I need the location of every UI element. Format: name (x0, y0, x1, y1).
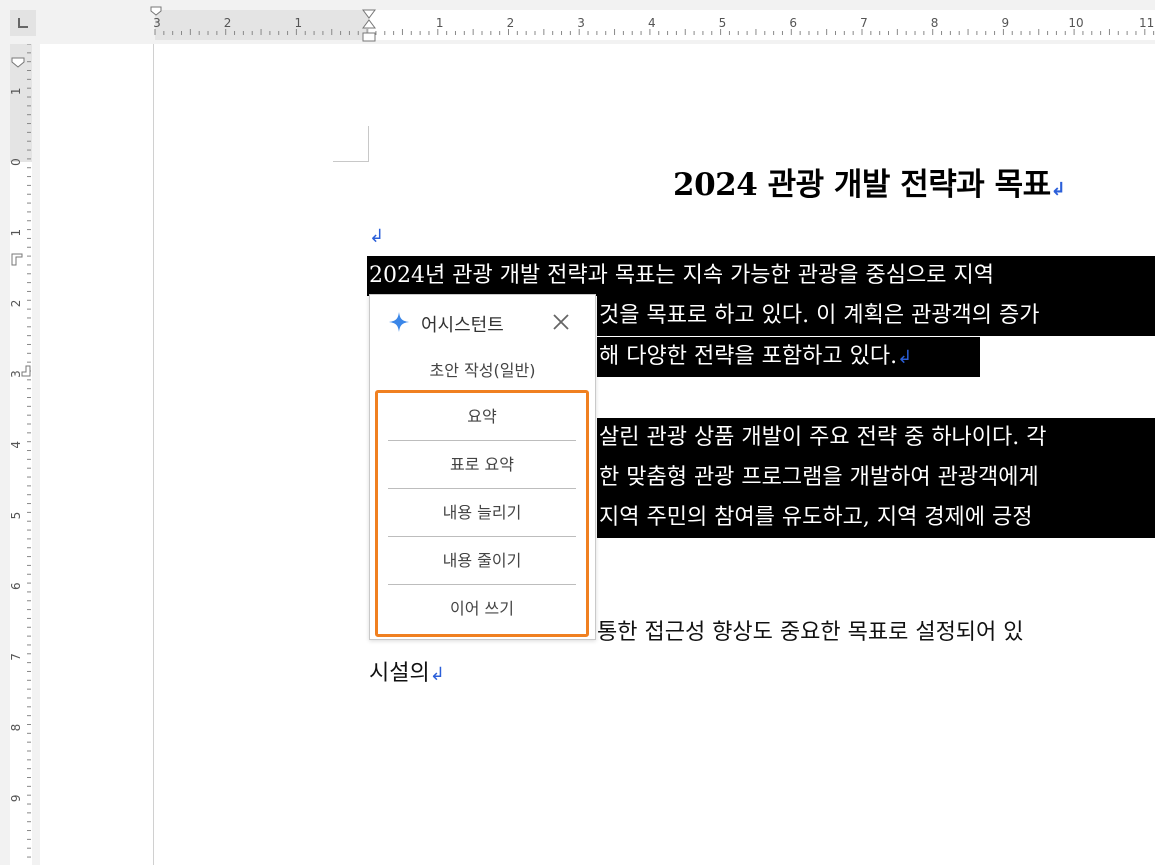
ruler-label: 9 (9, 794, 23, 802)
sparkle-icon (389, 312, 409, 332)
selected-text-line[interactable]: 지역 주민의 참여를 유도하고, 지역 경제에 긍정 (597, 498, 1155, 538)
ruler-label: 10 (1068, 16, 1083, 30)
ruler-label: 7 (9, 653, 23, 661)
ruler-label: 2 (224, 16, 232, 30)
ruler-label: 0 (9, 158, 23, 166)
horizontal-ruler-scale: 3 2 1 1 2 3 4 5 6 7 8 9 10 11 (150, 6, 1155, 42)
text-line[interactable]: 시설의↲ (369, 654, 445, 694)
selected-text-line[interactable]: 2024년 관광 개발 전략과 목표는 지속 가능한 관광을 중심으로 지역 (367, 256, 1155, 296)
menu-item-table-summary[interactable]: 표로 요약 (388, 441, 576, 489)
menu-item-shorten[interactable]: 내용 줄이기 (388, 537, 576, 585)
draft-mode-label[interactable]: 초안 작성(일반) (370, 357, 595, 381)
ruler-label: 3 (9, 370, 23, 378)
page-gutter (40, 44, 154, 865)
menu-item-summarize[interactable]: 요약 (388, 393, 576, 441)
margin-corner-mark (368, 126, 369, 162)
menu-item-continue-writing[interactable]: 이어 쓰기 (388, 585, 576, 633)
ruler-label: 3 (577, 16, 585, 30)
ruler-left-margin (155, 10, 369, 40)
ruler-label: 2 (507, 16, 515, 30)
document-title-text: 2024 관광 개발 전략과 목표 (673, 167, 1051, 203)
ruler-label: 1 (9, 87, 23, 95)
selected-text-line[interactable]: 살린 관광 상품 개발이 주요 전략 중 하나이다. 각 (597, 418, 1155, 458)
ruler-label: 6 (789, 16, 797, 30)
ruler-label: 8 (931, 16, 939, 30)
empty-paragraph[interactable]: ↲ (369, 226, 384, 247)
text-line-content: 시설의 (369, 661, 430, 686)
ruler-label: 1 (9, 229, 23, 237)
selected-text-line[interactable]: 것을 목표로 하고 있다. 이 계획은 관광객의 증가 (597, 296, 1155, 336)
ruler-label: 1 (436, 16, 444, 30)
selected-text-line[interactable]: 해 다양한 전략을 포함하고 있다.↲ (597, 337, 980, 377)
assistant-popup[interactable]: 어시스턴트 초안 작성(일반) 요약 표로 요약 내용 늘리기 내용 줄이기 이… (369, 294, 596, 640)
paragraph-mark-icon: ↲ (369, 226, 385, 247)
menu-item-expand[interactable]: 내용 늘리기 (388, 489, 576, 537)
text-line[interactable]: 통한 접근성 향상도 중요한 목표로 설정되어 있 (597, 613, 1024, 653)
ruler-label: 4 (9, 441, 23, 449)
ruler-label: 6 (9, 582, 23, 590)
ruler-corner (0, 0, 40, 44)
tab-stop-selector-button[interactable] (10, 10, 36, 36)
paragraph-mark-icon: ↲ (1050, 179, 1066, 200)
ruler-label: 4 (648, 16, 656, 30)
document-title[interactable]: 2024 관광 개발 전략과 목표↲ (673, 159, 1066, 204)
ruler-label: 1 (294, 16, 302, 30)
assistant-header: 어시스턴트 (370, 295, 595, 347)
vertical-ruler[interactable]: 1 0 1 2 3 4 5 6 7 8 9 (0, 44, 40, 865)
ruler-label: 7 (860, 16, 868, 30)
vertical-ruler-scale: 1 0 1 2 3 4 5 6 7 8 9 (9, 44, 32, 865)
close-icon[interactable] (551, 312, 571, 332)
paragraph-mark-icon: ↲ (897, 347, 913, 368)
ruler-label: 3 (153, 16, 161, 30)
ruler-label: 8 (9, 724, 23, 732)
selected-text-content: 해 다양한 전략을 포함하고 있다. (599, 344, 898, 369)
ruler-label: 9 (1001, 16, 1009, 30)
ruler-label: 11 (1139, 16, 1154, 30)
assistant-menu: 요약 표로 요약 내용 늘리기 내용 줄이기 이어 쓰기 (375, 390, 589, 637)
margin-corner-mark (333, 161, 368, 162)
horizontal-ruler[interactable]: 3 2 1 1 2 3 4 5 6 7 8 9 10 11 (40, 0, 1155, 44)
left-indent-box-marker[interactable] (362, 32, 376, 42)
ruler-label: 5 (9, 512, 23, 520)
ruler-label: 2 (9, 300, 23, 308)
paragraph-mark-icon: ↲ (429, 664, 445, 685)
assistant-title: 어시스턴트 (421, 315, 504, 336)
selected-text-line[interactable]: 한 맞춤형 관광 프로그램을 개발하여 관광객에게 (597, 458, 1155, 498)
ruler-label: 5 (719, 16, 727, 30)
